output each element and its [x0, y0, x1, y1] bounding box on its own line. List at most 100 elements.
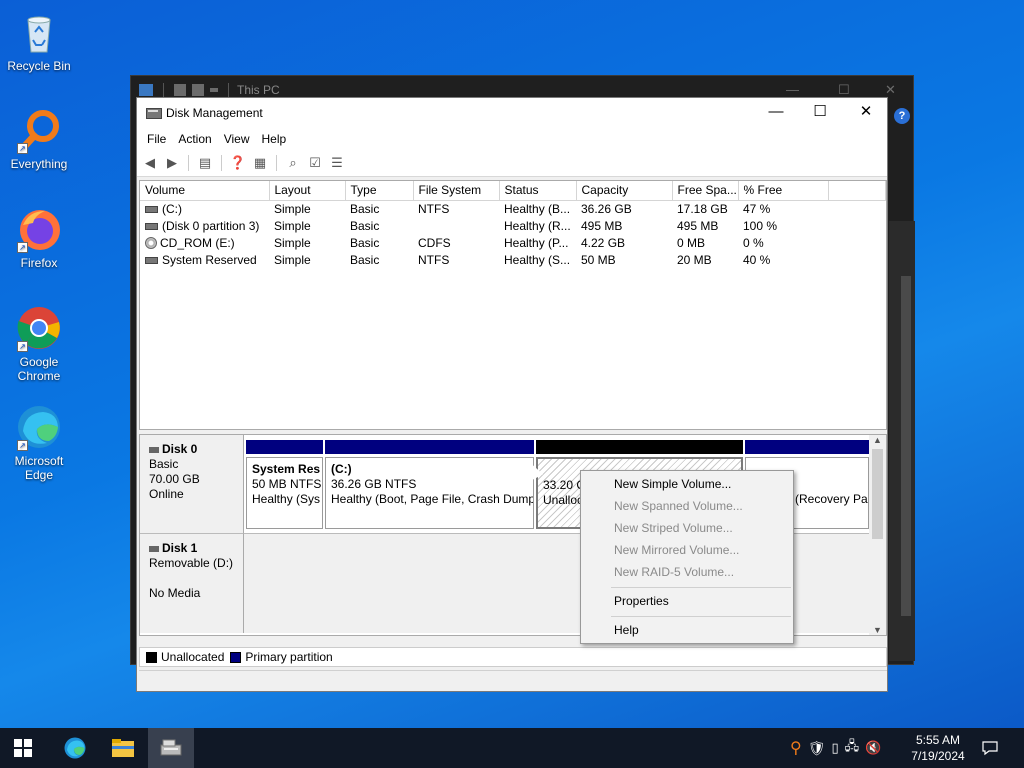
partition-bar-unallocated — [536, 440, 743, 454]
scrollbar-thumb[interactable] — [872, 449, 883, 539]
menu-item-new-simple-volume[interactable]: New Simple Volume... — [614, 474, 731, 494]
dm-titlebar[interactable]: Disk Management — ☐ ✕ — [137, 98, 887, 128]
menu-file[interactable]: File — [141, 132, 172, 146]
volume-list-icon[interactable]: ☰ — [328, 154, 346, 172]
help-book-icon[interactable]: ❓ — [229, 154, 247, 172]
minimize-button[interactable]: — — [753, 98, 799, 128]
partition-size: 50 MB NTFS — [252, 477, 322, 491]
column-header-type[interactable]: Type — [345, 181, 414, 201]
explorer-minimize-button[interactable]: — — [786, 82, 799, 97]
maximize-button[interactable]: ☐ — [797, 98, 843, 128]
cell-layout: Simple — [274, 201, 311, 216]
disk1-info[interactable]: Disk 1 Removable (D:) No Media — [140, 533, 244, 633]
partition-c[interactable]: (C:) 36.26 GB NTFS Healthy (Boot, Page F… — [325, 440, 534, 531]
cell-layout: Simple — [274, 252, 311, 267]
menu-view[interactable]: View — [218, 132, 256, 146]
partition-bar-primary — [745, 440, 869, 454]
new-folder-icon[interactable] — [192, 84, 204, 96]
table-row[interactable]: CD_ROM (E:) Simple Basic CDFS Healthy (P… — [140, 234, 886, 251]
shortcut-arrow-icon: ↗ — [17, 341, 28, 352]
desktop-icon-recycle-bin[interactable]: Recycle Bin — [0, 8, 78, 73]
table-header-row: Volume Layout Type File System Status Ca… — [140, 181, 886, 201]
column-header-capacity[interactable]: Capacity — [576, 181, 673, 201]
properties-icon[interactable] — [174, 84, 186, 96]
cell-type: Basic — [350, 201, 380, 216]
forward-arrow-icon[interactable]: ▶ — [163, 154, 181, 172]
cell-free: 0 MB — [677, 235, 706, 250]
cell-type: Basic — [350, 218, 380, 233]
cell-fs: NTFS — [418, 201, 450, 216]
cell-status: Healthy (B... — [504, 201, 571, 216]
table-row[interactable]: (C:) Simple Basic NTFS Healthy (B... 36.… — [140, 200, 886, 217]
properties-sheet-icon[interactable]: ▦ — [251, 154, 269, 172]
menu-action[interactable]: Action — [172, 132, 217, 146]
cell-free: 20 MB — [677, 252, 712, 267]
clock[interactable]: 5:55 AM 7/19/2024 — [904, 732, 972, 764]
partition-bar-primary — [325, 440, 534, 454]
network-icon[interactable]: 🖧 — [845, 737, 860, 759]
usb-drive-icon[interactable]: ▯ — [832, 740, 839, 756]
table-row[interactable]: System Reserved Simple Basic NTFS Health… — [140, 251, 886, 268]
disk-pane-scrollbar[interactable]: ▲ ▼ — [869, 435, 886, 635]
notification-center-button[interactable] — [968, 728, 1012, 768]
menu-bar: File Action View Help — [137, 128, 887, 150]
back-arrow-icon[interactable]: ◀ — [141, 154, 159, 172]
volume-list-pane[interactable]: Volume Layout Type File System Status Ca… — [139, 180, 887, 430]
desktop-icon-everything[interactable]: ↗ Everything — [0, 106, 78, 171]
connect-disk-icon[interactable]: ⌕ — [284, 154, 302, 172]
column-header-status[interactable]: Status — [499, 181, 577, 201]
everything-tray-icon[interactable]: ⚲ — [790, 738, 802, 758]
cell-volume: (C:) — [162, 201, 182, 216]
volume-muted-icon[interactable]: 🔇 — [865, 740, 881, 756]
menu-item-help[interactable]: Help — [614, 620, 639, 640]
desktop-icon-label: Firefox — [20, 256, 58, 270]
folder-icon — [112, 739, 134, 757]
shortcut-arrow-icon: ↗ — [17, 440, 28, 451]
context-menu: New Simple Volume... New Spanned Volume.… — [580, 470, 794, 644]
start-button[interactable] — [0, 728, 46, 768]
table-row[interactable]: (Disk 0 partition 3) Simple Basic Health… — [140, 217, 886, 234]
explorer-close-button[interactable]: ✕ — [885, 82, 896, 98]
explorer-title: This PC — [237, 83, 280, 97]
desktop-icon-label: Everything — [10, 157, 68, 171]
cell-capacity: 495 MB — [581, 218, 623, 233]
disk0-info[interactable]: Disk 0 Basic 70.00 GB Online — [140, 435, 244, 533]
cell-fs: NTFS — [418, 252, 450, 267]
cell-type: Basic — [350, 235, 380, 250]
explorer-maximize-button[interactable]: ☐ — [838, 82, 850, 98]
explorer-scrollbar[interactable] — [901, 276, 911, 616]
column-header-free-space[interactable]: Free Spa... — [672, 181, 739, 201]
column-header-layout[interactable]: Layout — [269, 181, 346, 201]
menu-help[interactable]: Help — [256, 132, 293, 146]
column-header-volume[interactable]: Volume — [140, 181, 270, 201]
help-icon[interactable]: ? — [894, 108, 910, 124]
show-hide-console-tree-icon[interactable]: ▤ — [196, 154, 214, 172]
column-header-percent-free[interactable]: % Free — [738, 181, 829, 201]
cell-pct: 0 % — [743, 235, 764, 250]
legend-primary-label: Primary partition — [245, 650, 333, 664]
partition-system-reserved[interactable]: System Res 50 MB NTFS Healthy (Sys — [246, 440, 323, 531]
shortcut-arrow-icon: ↗ — [17, 143, 28, 154]
edge-icon — [64, 737, 86, 759]
firefox-icon: ↗ — [15, 205, 63, 253]
close-button[interactable]: ✕ — [843, 98, 889, 128]
checklist-icon[interactable]: ☑ — [306, 154, 324, 172]
this-pc-icon[interactable] — [139, 84, 153, 96]
menu-separator — [611, 616, 791, 617]
menu-item-properties[interactable]: Properties — [614, 591, 669, 611]
legend-swatch-primary — [230, 651, 242, 663]
desktop-icon-firefox[interactable]: ↗ Firefox — [0, 205, 78, 270]
taskbar-file-explorer-button[interactable] — [100, 728, 146, 768]
scroll-down-icon[interactable]: ▼ — [869, 625, 886, 635]
cell-capacity: 36.26 GB — [581, 201, 632, 216]
taskbar-edge-button[interactable] — [52, 728, 98, 768]
dropdown-icon[interactable] — [210, 88, 218, 92]
security-shield-icon[interactable]: 🛡 — [808, 740, 826, 757]
cell-type: Basic — [350, 252, 380, 267]
taskbar-disk-management-button[interactable] — [148, 728, 194, 768]
desktop-icon-chrome[interactable]: ↗ Google Chrome — [0, 304, 78, 383]
desktop-icon-edge[interactable]: ↗ Microsoft Edge — [0, 403, 78, 482]
scroll-up-icon[interactable]: ▲ — [869, 435, 886, 445]
column-header-file-system[interactable]: File System — [413, 181, 500, 201]
partition-bar-primary — [246, 440, 323, 454]
